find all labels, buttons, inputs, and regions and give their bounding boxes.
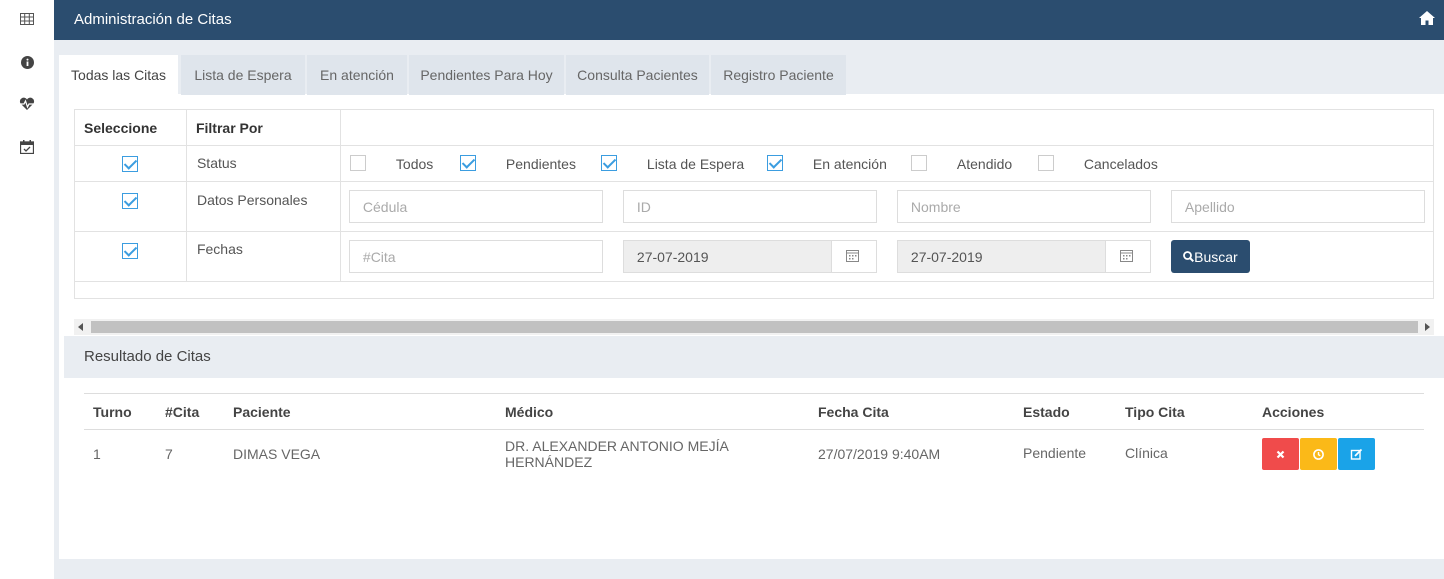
results-header: Resultado de Citas [64, 336, 1444, 378]
horizontal-scrollbar[interactable] [74, 319, 1434, 335]
datos-select-cell [74, 181, 187, 232]
pendientes-checkbox[interactable] [459, 155, 476, 171]
todos-label: Todos [395, 156, 434, 172]
cancelados-checkbox[interactable] [1037, 155, 1054, 171]
col-cita: #Cita [156, 393, 224, 430]
top-bar: Administración de Citas [54, 0, 1444, 40]
cell-medico: DR. ALEXANDER ANTONIO MEJÍA HERNÁNDEZ [505, 437, 729, 470]
cell-cita: 7 [165, 445, 173, 462]
filter-table: Seleccione Filtrar Por Status Todos Pend… [74, 109, 1435, 299]
scroll-right-icon[interactable] [1425, 323, 1430, 331]
cell-acciones [1253, 430, 1424, 478]
scroll-left-icon[interactable] [78, 323, 83, 331]
sidebar [0, 0, 54, 579]
datos-personales-inputs [339, 181, 1435, 232]
tab-lista-de-espera[interactable]: Lista de Espera [181, 55, 305, 95]
lista-de-espera-label: Lista de Espera [646, 156, 745, 172]
date-from-group [622, 240, 877, 273]
column-header-seleccione: Seleccione [74, 109, 187, 146]
status-options-cell: Todos Pendientes Lista de Espera En aten… [339, 145, 1435, 182]
tab-consulta-pacientes[interactable]: Consulta Pacientes [566, 55, 709, 95]
en-atencion-label: En atención [812, 156, 887, 172]
fechas-inputs: Buscar [339, 231, 1435, 282]
clock-icon [1313, 448, 1324, 460]
col-paciente: Paciente [224, 393, 496, 430]
datos-personales-label: Datos Personales [185, 181, 341, 232]
en-atencion-checkbox[interactable] [766, 155, 783, 171]
search-button-label: Buscar [1194, 248, 1238, 265]
status-select-cell [74, 145, 187, 182]
todos-checkbox[interactable] [349, 155, 366, 171]
atendido-label: Atendido [956, 156, 1013, 172]
cell-estado: Pendiente [1023, 445, 1087, 461]
tab-bar: Todas las Citas Lista de Espera En atenc… [59, 40, 1444, 95]
scrollbar-thumb[interactable] [91, 321, 1418, 333]
col-turno: Turno [84, 393, 156, 430]
cell-fecha: 27/07/2019 9:40AM [818, 445, 941, 462]
column-header-filtrar-por: Filtrar Por [185, 109, 341, 146]
heartbeat-icon[interactable] [17, 94, 37, 114]
table-icon[interactable] [17, 9, 37, 29]
search-icon [1183, 251, 1195, 262]
date-to-group [896, 240, 1151, 273]
tab-todas-las-citas[interactable]: Todas las Citas [59, 55, 178, 95]
calendar-icon[interactable] [845, 249, 860, 263]
cell-paciente: DIMAS VEGA [233, 445, 321, 462]
column-header-empty [339, 109, 1435, 146]
cancel-cita-button[interactable] [1262, 437, 1299, 470]
table-row: 1 7 DIMAS VEGA DR. ALEXANDER ANTONIO MEJ… [84, 430, 1424, 478]
cedula-input[interactable] [348, 190, 603, 223]
atendido-checkbox[interactable] [910, 155, 927, 171]
status-filter-checkbox[interactable] [122, 156, 139, 173]
tab-registro-paciente[interactable]: Registro Paciente [711, 55, 846, 95]
cancelados-label: Cancelados [1083, 156, 1158, 172]
results-title: Resultado de Citas [84, 348, 211, 365]
home-icon[interactable] [1418, 10, 1438, 30]
tab-en-atencion[interactable]: En atención [307, 55, 407, 95]
search-button[interactable]: Buscar [1170, 240, 1250, 273]
calendar-icon[interactable] [1119, 249, 1134, 263]
page-title: Administración de Citas [74, 11, 232, 28]
date-from-input[interactable] [623, 241, 832, 272]
cell-turno: 1 [93, 445, 101, 462]
id-input[interactable] [622, 190, 877, 223]
status-options: Todos Pendientes Lista de Espera En aten… [341, 146, 1433, 181]
col-tipo-cita: Tipo Cita [1116, 393, 1253, 430]
calendar-check-icon[interactable] [17, 137, 37, 157]
results-table: Turno #Cita Paciente Médico Fecha Cita E… [84, 393, 1424, 478]
filter-footer-row [74, 281, 1434, 299]
info-icon[interactable] [17, 52, 37, 72]
fechas-checkbox[interactable] [122, 243, 139, 260]
col-estado: Estado [1014, 393, 1116, 430]
pendientes-label: Pendientes [505, 156, 576, 172]
fechas-label: Fechas [185, 231, 341, 282]
fechas-select-cell [74, 231, 187, 282]
status-label: Status [185, 145, 341, 182]
content-panel: Todas las Citas Lista de Espera En atenc… [59, 40, 1444, 559]
lista-de-espera-checkbox[interactable] [600, 155, 617, 171]
edit-icon [1350, 448, 1363, 460]
apellido-input[interactable] [1170, 190, 1425, 223]
col-acciones: Acciones [1253, 393, 1424, 430]
cita-number-input[interactable] [348, 240, 603, 273]
nombre-input[interactable] [896, 190, 1151, 223]
datos-personales-checkbox[interactable] [122, 193, 139, 210]
col-medico: Médico [496, 393, 809, 430]
main-area: Administración de Citas Todas las Citas … [54, 0, 1444, 579]
close-icon [1276, 450, 1285, 459]
date-to-input[interactable] [897, 241, 1106, 272]
edit-cita-button[interactable] [1338, 437, 1375, 470]
col-fecha-cita: Fecha Cita [809, 393, 1014, 430]
tab-pendientes-para-hoy[interactable]: Pendientes Para Hoy [409, 55, 564, 95]
reschedule-button[interactable] [1300, 437, 1337, 470]
cell-tipo: Clínica [1125, 445, 1168, 461]
